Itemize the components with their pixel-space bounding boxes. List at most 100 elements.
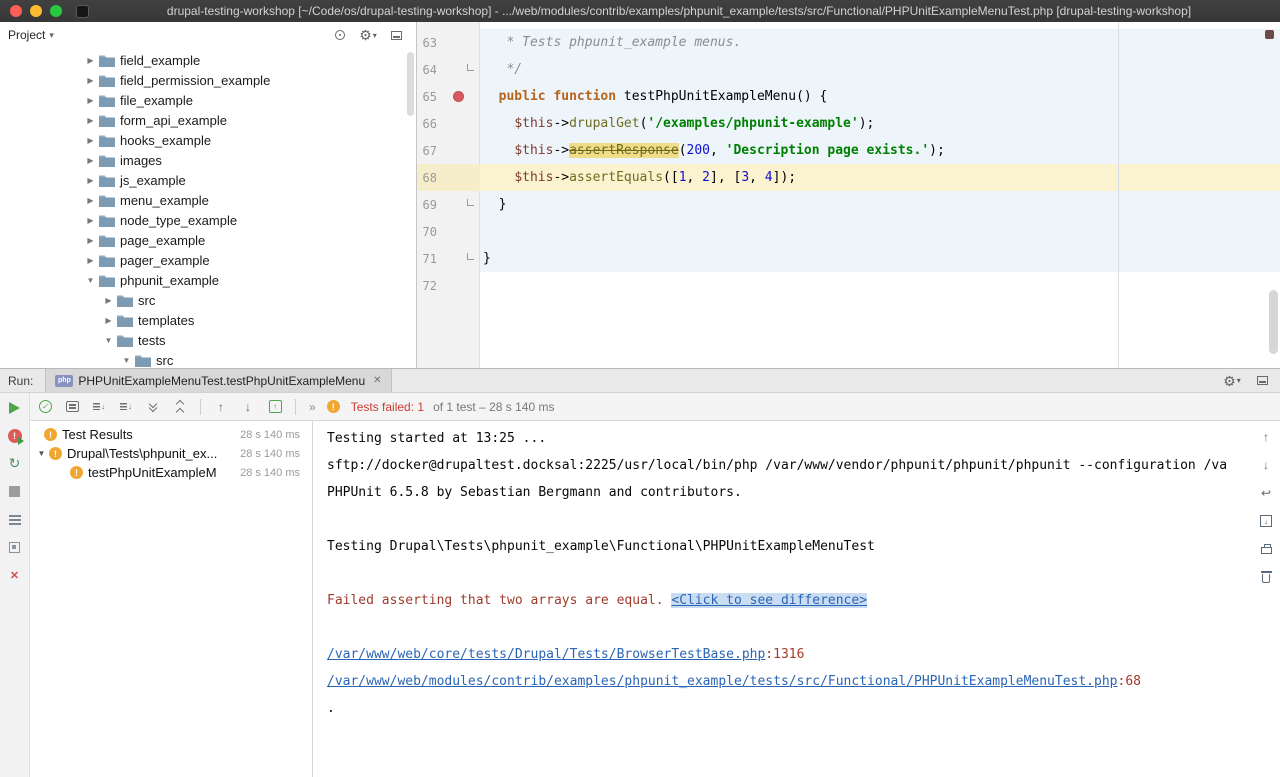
chevron-right-icon[interactable]: ▶ xyxy=(84,76,97,85)
editor-line[interactable]: 71} xyxy=(417,245,1280,272)
show-passed-icon[interactable]: ✓ xyxy=(36,398,54,416)
project-tree-item-label: src xyxy=(156,353,173,368)
chevron-right-icon[interactable]: ▶ xyxy=(84,236,97,245)
previous-failed-test-icon[interactable]: ↑ xyxy=(212,398,230,416)
restore-layout-button[interactable] xyxy=(6,511,23,528)
chevron-right-icon[interactable]: ▶ xyxy=(84,256,97,265)
editor-line[interactable]: 67 $this->assertResponse(200, 'Descripti… xyxy=(417,137,1280,164)
show-ignored-icon[interactable] xyxy=(63,398,81,416)
project-tree-item[interactable]: ▶images xyxy=(0,150,416,170)
sort-alphabetically-icon[interactable]: ↓ xyxy=(117,398,135,416)
project-tree-item[interactable]: ▶menu_example xyxy=(0,190,416,210)
chevron-right-icon[interactable]: ▶ xyxy=(102,316,115,325)
hide-tool-window-icon[interactable] xyxy=(1254,373,1270,389)
next-failed-test-icon[interactable]: ↓ xyxy=(239,398,257,416)
project-view-selector[interactable]: Project ▾ xyxy=(8,28,54,42)
chevron-right-icon[interactable]: ▶ xyxy=(84,56,97,65)
project-tree-item[interactable]: ▼phpunit_example xyxy=(0,270,416,290)
project-tree-item[interactable]: ▶ js_example xyxy=(0,170,416,190)
minimize-window-button[interactable] xyxy=(30,5,42,17)
clear-all-icon[interactable] xyxy=(1258,569,1274,585)
project-tree-item[interactable]: ▶file_example xyxy=(0,90,416,110)
editor-gutter-cell: 67 xyxy=(417,137,480,164)
editor-line[interactable]: 64 */ xyxy=(417,56,1280,83)
editor-gutter-cell: 69 xyxy=(417,191,480,218)
fold-marker-icon[interactable] xyxy=(467,253,474,260)
stop-button[interactable] xyxy=(6,483,23,500)
editor-line[interactable]: 68 $this->assertEquals([1, 2], [3, 4]); xyxy=(417,164,1280,191)
project-tree-scrollbar[interactable] xyxy=(407,52,414,116)
chevron-right-icon[interactable]: ▶ xyxy=(102,296,115,305)
project-tree-item[interactable]: ▶page_example xyxy=(0,230,416,250)
print-icon[interactable] xyxy=(1258,541,1274,557)
project-tree-item[interactable]: ▶ form_api_example xyxy=(0,110,416,130)
fold-marker-icon[interactable] xyxy=(467,64,474,71)
close-run-panel-button[interactable]: ✕ xyxy=(6,567,23,584)
project-tree-item-label: js_example xyxy=(120,173,186,188)
run-tab[interactable]: php PHPUnitExampleMenuTest.testPhpUnitEx… xyxy=(45,369,391,392)
chevron-right-icon[interactable]: ▶ xyxy=(84,216,97,225)
close-tab-icon[interactable]: ✕ xyxy=(373,375,381,386)
project-tree-item[interactable]: ▶templates xyxy=(0,310,416,330)
console-link[interactable]: /var/www/web/modules/contrib/examples/ph… xyxy=(327,674,1118,689)
breakpoint-icon[interactable] xyxy=(453,91,464,102)
editor-line[interactable]: 69 } xyxy=(417,191,1280,218)
close-window-button[interactable] xyxy=(10,5,22,17)
editor-line[interactable]: 66 $this->drupalGet('/examples/phpunit-e… xyxy=(417,110,1280,137)
project-tree-item[interactable]: ▶field_example xyxy=(0,50,416,70)
editor-line[interactable]: 63 * Tests phpunit_example menus. xyxy=(417,29,1280,56)
project-tree-item-label: form_api_example xyxy=(120,113,227,128)
scroll-down-icon[interactable]: ↓ xyxy=(1258,457,1274,473)
scroll-up-icon[interactable]: ↑ xyxy=(1258,429,1274,445)
test-failed-icon: ! xyxy=(44,428,57,441)
chevron-right-icon[interactable]: ▶ xyxy=(84,176,97,185)
run-settings-gear-icon[interactable]: ⚙▾ xyxy=(1224,373,1240,389)
chevron-right-icon[interactable]: ▶ xyxy=(84,156,97,165)
chevron-down-icon[interactable]: ▼ xyxy=(36,449,47,458)
soft-wrap-icon[interactable]: ↩ xyxy=(1258,485,1274,501)
editor[interactable]: 63 * Tests phpunit_example menus.64 */65… xyxy=(417,22,1280,368)
sort-by-duration-icon[interactable]: ↓ xyxy=(90,398,108,416)
project-tree-item[interactable]: ▼tests xyxy=(0,330,416,350)
rerun-failed-tests-button[interactable]: ! xyxy=(6,427,23,444)
test-failed-icon: ! xyxy=(70,466,83,479)
test-tree-item[interactable]: !testPhpUnitExampleM28 s 140 ms xyxy=(30,463,312,482)
test-tree-item[interactable]: ▼!Drupal\Tests\phpunit_ex...28 s 140 ms xyxy=(30,444,312,463)
chevron-right-icon[interactable]: ▶ xyxy=(84,136,97,145)
hide-panel-icon[interactable] xyxy=(388,27,404,43)
editor-line[interactable]: 65 public function testPhpUnitExampleMen… xyxy=(417,83,1280,110)
chevron-down-icon[interactable]: ▼ xyxy=(120,356,133,365)
console-link[interactable]: <Click to see difference> xyxy=(671,593,867,608)
console-text: :68 xyxy=(1118,674,1141,689)
chevron-right-icon[interactable]: ▶ xyxy=(84,196,97,205)
rerun-button[interactable] xyxy=(6,399,23,416)
project-tree-item[interactable]: ▶field_permission_example xyxy=(0,70,416,90)
test-history-icon[interactable]: ↑ xyxy=(266,398,284,416)
chevron-down-icon[interactable]: ▼ xyxy=(102,336,115,345)
chevron-down-icon[interactable]: ▼ xyxy=(84,276,97,285)
toggle-auto-test-button[interactable]: ↻ xyxy=(6,455,23,472)
toolbar-overflow-icon[interactable]: » xyxy=(309,400,316,414)
expand-all-icon[interactable] xyxy=(144,398,162,416)
console-link[interactable]: /var/www/web/core/tests/Drupal/Tests/Bro… xyxy=(327,647,765,662)
editor-line[interactable]: 70 xyxy=(417,218,1280,245)
collapse-all-icon[interactable] xyxy=(171,398,189,416)
wrap-guide-line xyxy=(1118,22,1119,368)
locate-file-icon[interactable] xyxy=(332,27,348,43)
project-tree-item[interactable]: ▶pager_example xyxy=(0,250,416,270)
settings-gear-icon[interactable]: ⚙▾ xyxy=(360,27,376,43)
project-tree-item[interactable]: ▶hooks_example xyxy=(0,130,416,150)
chevron-right-icon[interactable]: ▶ xyxy=(84,116,97,125)
project-tree-item[interactable]: ▼ src xyxy=(0,350,416,368)
test-tree-item[interactable]: !Test Results28 s 140 ms xyxy=(30,425,312,444)
inspection-indicator-icon[interactable] xyxy=(1265,30,1274,39)
scroll-to-end-icon[interactable]: ↓ xyxy=(1258,513,1274,529)
editor-scrollbar[interactable] xyxy=(1269,290,1278,354)
fold-marker-icon[interactable] xyxy=(467,199,474,206)
editor-line[interactable]: 72 xyxy=(417,272,1280,299)
zoom-window-button[interactable] xyxy=(50,5,62,17)
project-tree-item[interactable]: ▶node_type_example xyxy=(0,210,416,230)
project-tree-item[interactable]: ▶src xyxy=(0,290,416,310)
pin-tab-button[interactable] xyxy=(6,539,23,556)
chevron-right-icon[interactable]: ▶ xyxy=(84,96,97,105)
